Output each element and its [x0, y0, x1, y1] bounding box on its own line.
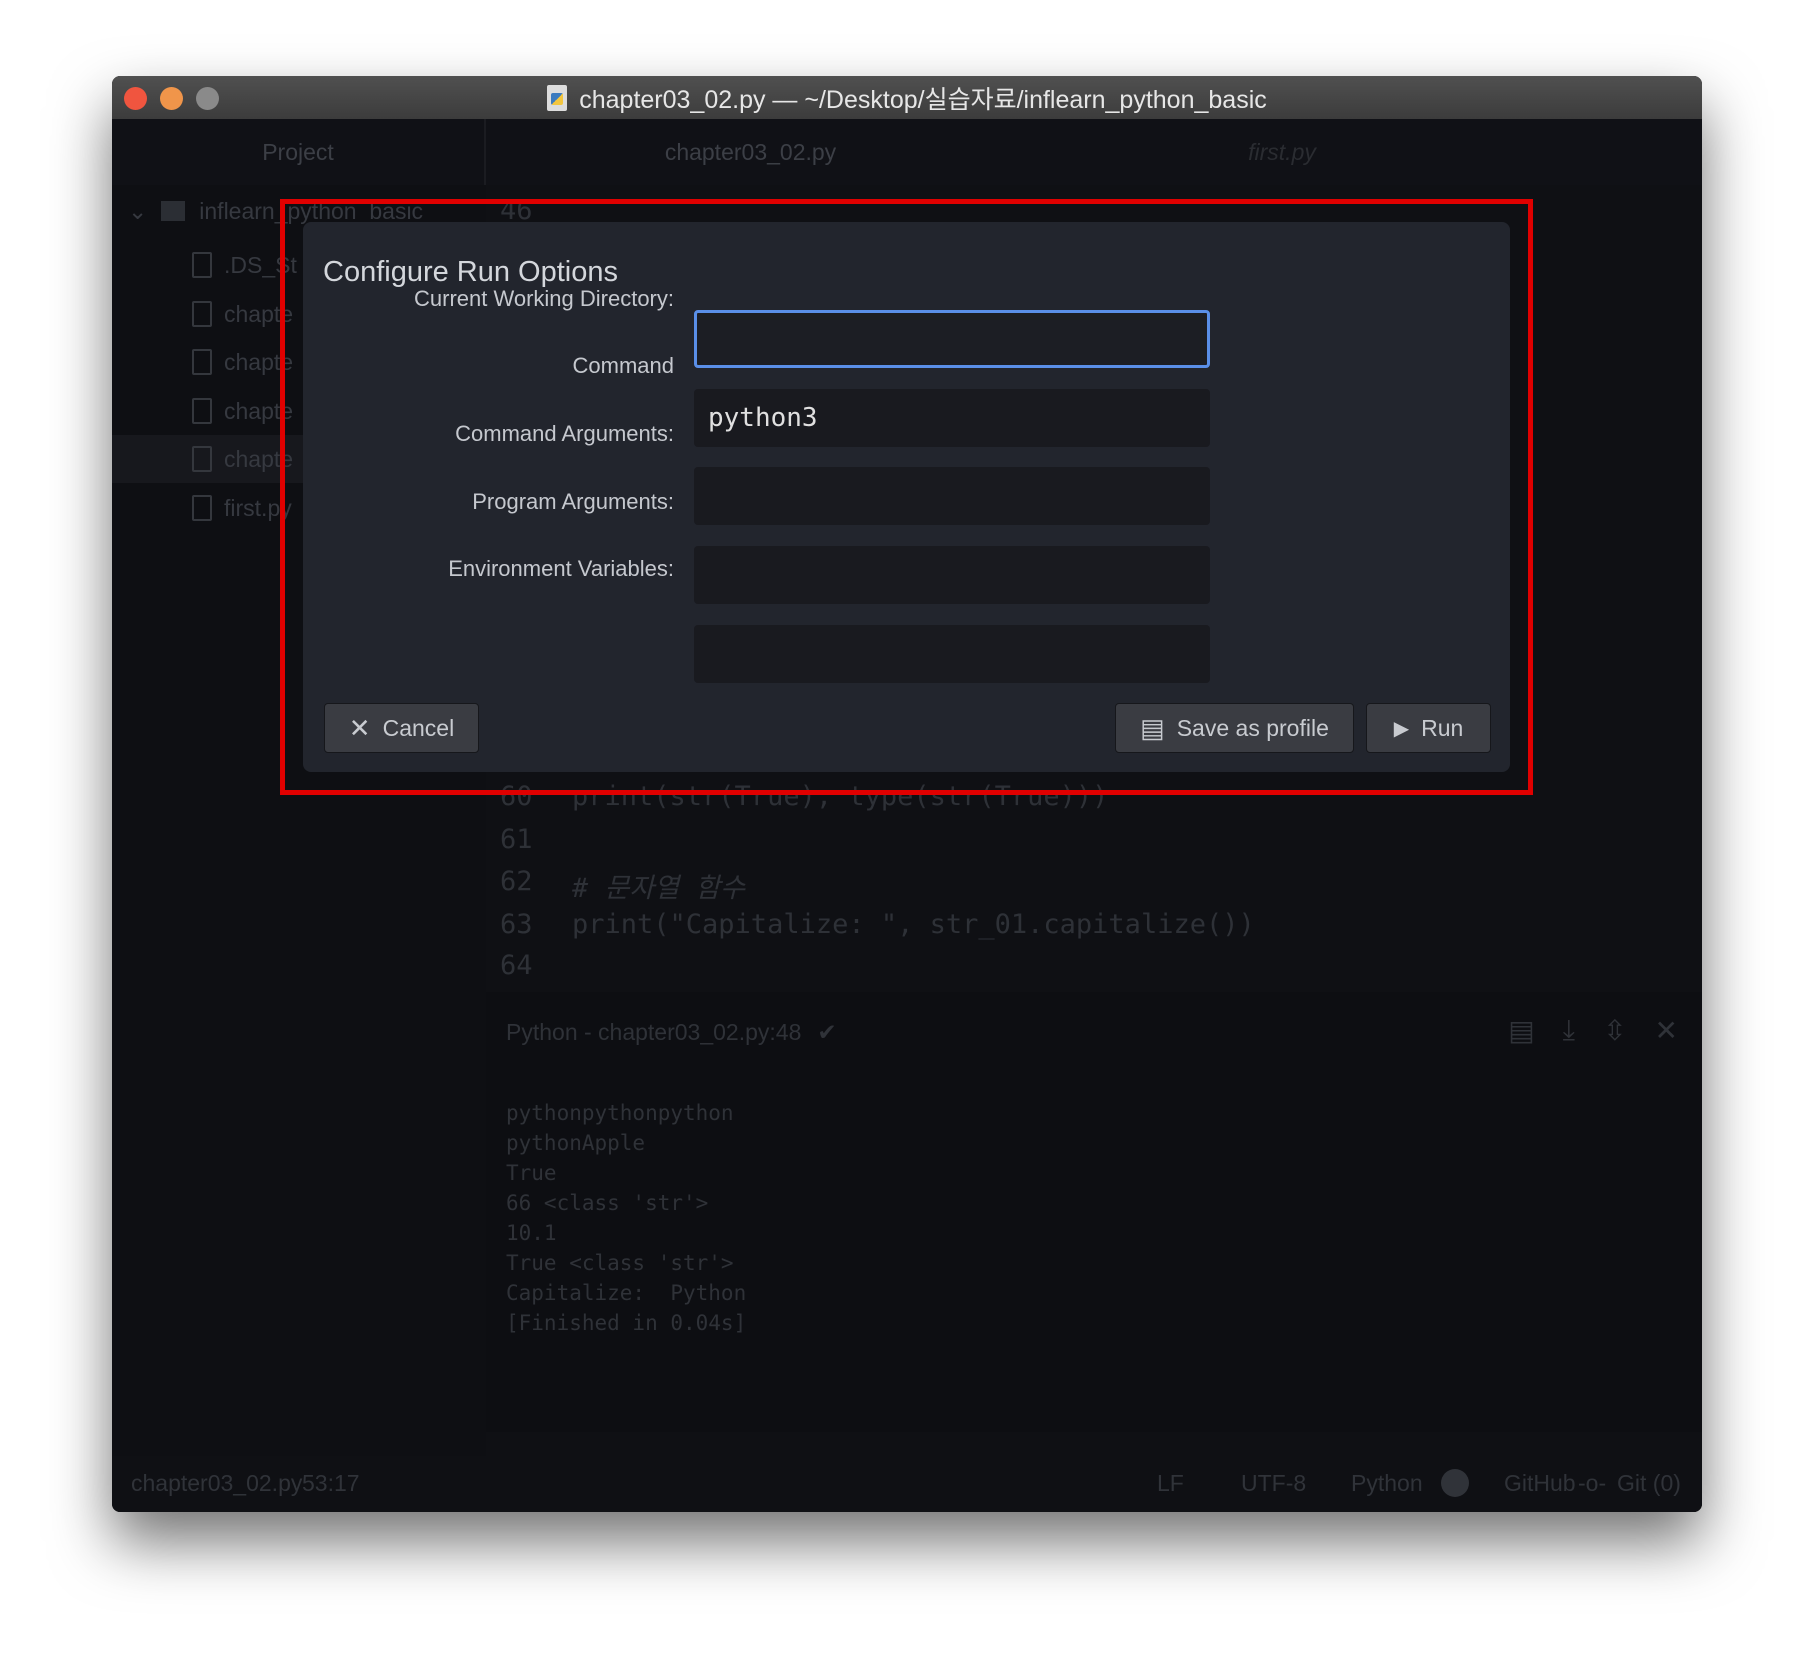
script-output-panel: Python - chapter03_02.py:48 ✔ ▤ ⤓ ⇳ ✕ pyt… [486, 992, 1702, 1432]
file-icon [192, 398, 212, 424]
line-number: 63 [500, 909, 533, 940]
close-icon[interactable]: ✕ [1655, 1014, 1678, 1047]
output-line: pythonpythonpython [506, 1101, 734, 1125]
status-cursor[interactable]: 53:17 [302, 1470, 360, 1497]
line-number: 64 [500, 950, 533, 981]
status-git[interactable]: Git (0) [1617, 1470, 1681, 1497]
output-text: pythonpythonpython pythonApple True 66 <cla… [506, 1098, 746, 1338]
collapse-icon[interactable]: ⇳ [1603, 1014, 1626, 1047]
status-encoding[interactable]: UTF-8 [1241, 1470, 1306, 1497]
line-number: 62 [500, 866, 533, 897]
window-title: chapter03_02.py — ~/Desktop/실습자료/inflear… [579, 85, 1267, 114]
status-eol[interactable]: LF [1157, 1470, 1184, 1497]
tab-first-py[interactable]: first.py [1015, 119, 1549, 185]
zoom-window-button[interactable] [196, 87, 219, 110]
file-icon [192, 349, 212, 375]
output-line: 10.1 [506, 1221, 557, 1245]
tab-chapter03-02[interactable]: chapter03_02.py [486, 119, 1015, 185]
file-icon [192, 301, 212, 327]
output-line: [Finished in 0.04s] [506, 1311, 747, 1335]
copy-document-icon[interactable]: ▤ [1508, 1014, 1534, 1047]
close-window-button[interactable] [124, 87, 147, 110]
code-line: print("Capitalize: ", str_01.capitalize(… [572, 909, 1255, 940]
git-commit-icon: -o- [1578, 1470, 1607, 1496]
line-number: 61 [500, 824, 533, 855]
highlight-box [280, 199, 1533, 795]
check-icon: ✔ [817, 1018, 837, 1045]
file-icon [192, 446, 212, 472]
folder-icon [161, 201, 186, 221]
output-line: True [506, 1161, 557, 1185]
tab-project[interactable]: Project [112, 119, 486, 185]
output-line: True <class 'str'> [506, 1251, 734, 1275]
output-line: Capitalize: Python [506, 1281, 747, 1305]
download-icon[interactable]: ⤓ [1563, 1014, 1575, 1047]
minimize-window-button[interactable] [160, 87, 183, 110]
status-github[interactable]: GitHub [1504, 1470, 1576, 1497]
file-icon [192, 495, 212, 521]
panel-title: Python - chapter03_02.py:48 [506, 1018, 802, 1045]
python-file-icon [547, 84, 568, 111]
file-icon [192, 252, 212, 278]
status-file[interactable]: chapter03_02.py [131, 1470, 302, 1497]
title-bar: chapter03_02.py — ~/Desktop/실습자료/inflear… [112, 76, 1702, 119]
tab-bar: Project chapter03_02.py first.py [112, 119, 1702, 185]
output-line: pythonApple [506, 1131, 646, 1155]
code-comment: # 문자열 함수 [572, 873, 745, 904]
github-icon [1441, 1469, 1469, 1497]
status-bar: chapter03_02.py 53:17 LF UTF-8 Python Gi… [112, 1456, 1702, 1512]
chevron-down-icon: ⌄ [128, 197, 148, 224]
output-line: 66 <class 'str'> [506, 1191, 709, 1215]
status-grammar[interactable]: Python [1351, 1470, 1423, 1497]
